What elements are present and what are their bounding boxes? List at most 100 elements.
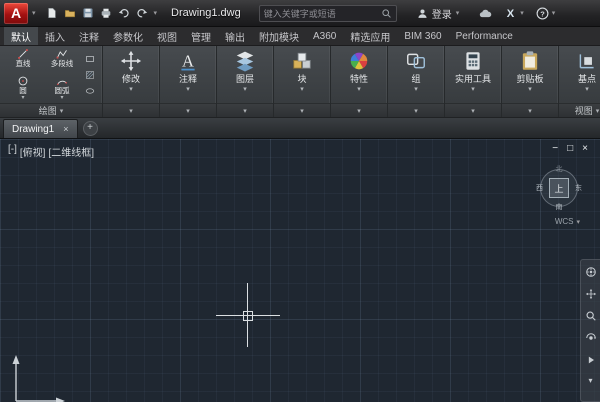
panel-expand-icon[interactable]: ▾ bbox=[186, 107, 190, 115]
layers-button[interactable]: 图层▾ bbox=[221, 48, 269, 94]
search-box[interactable]: 键入关键字或短语 bbox=[259, 5, 397, 22]
panel-expand-icon[interactable]: ▾ bbox=[471, 107, 475, 115]
dropdown-arrow-icon[interactable]: ▾ bbox=[129, 86, 133, 94]
utilities-panel-title[interactable]: ▾ bbox=[445, 103, 501, 117]
tab-insert[interactable]: 插入 bbox=[38, 27, 72, 45]
dropdown-arrow-icon[interactable]: ▾ bbox=[186, 86, 190, 94]
tab-home[interactable]: 默认 bbox=[4, 27, 38, 45]
line-button[interactable]: 直线 bbox=[4, 48, 42, 68]
dropdown-arrow-icon: ▾ bbox=[576, 218, 580, 226]
tab-view[interactable]: 视图 bbox=[150, 27, 184, 45]
dropdown-arrow-icon[interactable]: ▾ bbox=[528, 86, 532, 94]
arc-button[interactable]: 圆弧▾ bbox=[43, 75, 81, 101]
dropdown-arrow-icon[interactable]: ▾ bbox=[414, 86, 418, 94]
viewport-menu-control[interactable]: [-] bbox=[7, 144, 18, 159]
titlebar-icons: X▾ ?▾ bbox=[479, 7, 555, 20]
dropdown-arrow-icon[interactable]: ▾ bbox=[21, 95, 24, 101]
annotation-panel-title[interactable]: ▾ bbox=[160, 103, 216, 117]
viewcube-north-label[interactable]: 北 bbox=[556, 164, 563, 174]
redo-icon[interactable] bbox=[136, 7, 148, 19]
wcs-menu[interactable]: WCS ▾ bbox=[555, 217, 580, 226]
rectangle-icon[interactable] bbox=[85, 54, 95, 64]
app-menu-arrow-icon[interactable]: ▾ bbox=[32, 9, 36, 17]
navbar-more-icon[interactable]: ▾ bbox=[588, 376, 592, 385]
ellipse-icon[interactable] bbox=[85, 86, 95, 96]
viewcube[interactable]: 北 西 东 南 上 bbox=[536, 165, 582, 211]
base-point-button[interactable]: 基点▾ bbox=[563, 48, 600, 94]
draw-panel-title[interactable]: 绘图▾ bbox=[0, 103, 102, 117]
drawing-area[interactable]: [-][俯视][二维线框] −□ × 北 西 东 南 上 WCS ▾ ▾ bbox=[0, 139, 600, 402]
tab-manage[interactable]: 管理 bbox=[184, 27, 218, 45]
dropdown-arrow-icon[interactable]: ▾ bbox=[300, 86, 304, 94]
panel-expand-icon[interactable]: ▾ bbox=[60, 107, 64, 115]
dropdown-arrow-icon[interactable]: ▾ bbox=[243, 86, 247, 94]
tab-addins[interactable]: 附加模块 bbox=[252, 27, 306, 45]
panel-expand-icon[interactable]: ▾ bbox=[528, 107, 532, 115]
tab-output[interactable]: 输出 bbox=[218, 27, 252, 45]
view-panel-title[interactable]: 视图▾ bbox=[559, 103, 600, 117]
properties-button[interactable]: 特性▾ bbox=[335, 48, 383, 94]
viewcube-top-face[interactable]: 上 bbox=[549, 178, 569, 198]
steering-wheel-icon[interactable] bbox=[585, 266, 597, 278]
sign-in-button[interactable]: 登录 ▾ bbox=[417, 6, 460, 21]
tab-annotate[interactable]: 注释 bbox=[72, 27, 106, 45]
tab-bim360[interactable]: BIM 360 bbox=[397, 27, 448, 45]
dropdown-arrow-icon[interactable]: ▾ bbox=[585, 86, 589, 94]
properties-panel-title[interactable]: ▾ bbox=[331, 103, 387, 117]
groups-panel-title[interactable]: ▾ bbox=[388, 103, 444, 117]
restore-viewport-icon[interactable]: □ bbox=[567, 143, 573, 154]
new-file-icon[interactable] bbox=[46, 7, 58, 19]
orbit-icon[interactable] bbox=[585, 332, 597, 344]
tab-a360[interactable]: A360 bbox=[306, 27, 343, 45]
dropdown-arrow-icon[interactable]: ▾ bbox=[60, 95, 63, 101]
undo-icon[interactable] bbox=[118, 7, 130, 19]
utilities-button[interactable]: 实用工具▾ bbox=[449, 48, 497, 94]
save-icon[interactable] bbox=[82, 7, 94, 19]
new-tab-button[interactable]: + bbox=[83, 121, 98, 136]
panel-expand-icon[interactable]: ▾ bbox=[357, 107, 361, 115]
polyline-button[interactable]: 多段线 bbox=[43, 48, 81, 68]
block-panel-title[interactable]: ▾ bbox=[274, 103, 330, 117]
viewcube-east-label[interactable]: 东 bbox=[575, 183, 582, 193]
annotation-button[interactable]: A注释▾ bbox=[164, 48, 212, 94]
panel-expand-icon[interactable]: ▾ bbox=[300, 107, 304, 115]
viewcube-west-label[interactable]: 西 bbox=[536, 183, 543, 193]
qat-dropdown-icon[interactable]: ▾ bbox=[154, 9, 158, 17]
panel-expand-icon[interactable]: ▾ bbox=[243, 107, 247, 115]
app-menu-button[interactable]: A bbox=[4, 3, 28, 24]
plot-icon[interactable] bbox=[100, 7, 112, 19]
clipboard-button[interactable]: 剪贴板▾ bbox=[506, 48, 554, 94]
close-viewport-icon[interactable]: × bbox=[582, 143, 588, 154]
panel-expand-icon[interactable]: ▾ bbox=[596, 107, 600, 115]
open-folder-icon[interactable] bbox=[64, 7, 76, 19]
dropdown-arrow-icon[interactable]: ▾ bbox=[471, 86, 475, 94]
dropdown-arrow-icon[interactable]: ▾ bbox=[357, 86, 361, 94]
tab-performance[interactable]: Performance bbox=[449, 27, 520, 45]
panel-expand-icon[interactable]: ▾ bbox=[129, 107, 133, 115]
showmotion-icon[interactable] bbox=[585, 354, 597, 366]
layers-panel-title[interactable]: ▾ bbox=[217, 103, 273, 117]
file-tab-drawing1[interactable]: Drawing1 × bbox=[3, 119, 78, 138]
tab-parametric[interactable]: 参数化 bbox=[106, 27, 150, 45]
viewcube-south-label[interactable]: 南 bbox=[556, 202, 563, 212]
minimize-viewport-icon[interactable]: − bbox=[552, 143, 558, 154]
hatch-icon[interactable] bbox=[85, 70, 95, 80]
clipboard-panel-title[interactable]: ▾ bbox=[502, 103, 558, 117]
exchange-button[interactable]: X▾ bbox=[504, 7, 524, 20]
circle-button[interactable]: 圆▾ bbox=[4, 75, 42, 101]
connect-button[interactable] bbox=[479, 7, 492, 20]
pan-icon[interactable] bbox=[585, 288, 597, 300]
groups-button[interactable]: 组▾ bbox=[392, 48, 440, 94]
help-button[interactable]: ?▾ bbox=[536, 7, 556, 20]
search-icon[interactable] bbox=[381, 8, 392, 19]
visual-style-control[interactable]: [二维线框] bbox=[47, 144, 95, 159]
close-tab-icon[interactable]: × bbox=[63, 125, 68, 134]
help-icon: ? bbox=[536, 7, 549, 20]
zoom-icon[interactable] bbox=[585, 310, 597, 322]
panel-expand-icon[interactable]: ▾ bbox=[414, 107, 418, 115]
view-control[interactable]: [俯视] bbox=[19, 144, 47, 159]
block-button[interactable]: 块▾ bbox=[278, 48, 326, 94]
modify-button[interactable]: 修改▾ bbox=[107, 48, 155, 94]
modify-panel-title[interactable]: ▾ bbox=[103, 103, 159, 117]
tab-featured-apps[interactable]: 精选应用 bbox=[343, 27, 397, 45]
